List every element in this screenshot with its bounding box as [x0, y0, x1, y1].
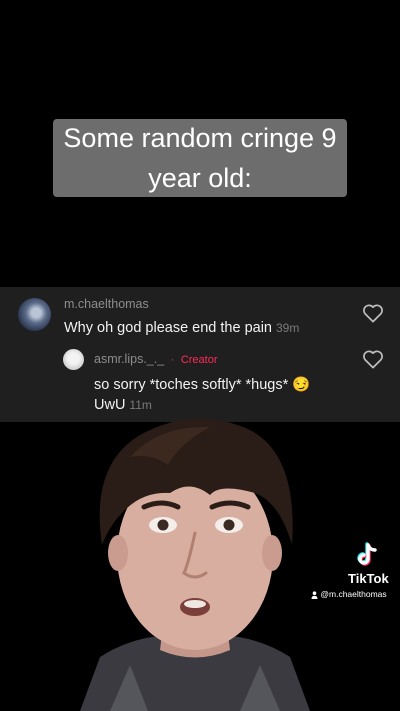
creator-avatar[interactable] [63, 349, 84, 370]
creator-separator: · [170, 354, 175, 366]
reply-body-line-1: so sorry *toches softly* *hugs* 😏 [94, 377, 311, 393]
heart-outline-icon[interactable] [362, 349, 384, 369]
comment-body: Why oh god please end the pain [64, 320, 272, 336]
heart-outline-icon[interactable] [362, 303, 384, 323]
creator-handle-text: @m.chaelthomas [320, 589, 387, 599]
commenter-avatar[interactable] [18, 298, 51, 331]
creator-badge: Creator [180, 354, 218, 366]
comment-text: Why oh god please end the pain 39m [64, 318, 299, 338]
user-icon [311, 591, 318, 599]
creator-handle: @m.chaelthomas [311, 589, 387, 599]
person-cutout-image [80, 418, 310, 711]
reply-username[interactable]: asmr.lips._._ [94, 352, 164, 366]
tiktok-logo-icon [357, 542, 377, 566]
tiktok-brand: TikTok [348, 571, 389, 586]
video-caption: Some random cringe 9 year old: [53, 119, 347, 197]
caption-line-1: Some random cringe 9 [63, 123, 337, 153]
caption-line-2: year old: [148, 163, 252, 193]
reply-username-row: asmr.lips._._ · Creator [94, 352, 218, 366]
comment-username[interactable]: m.chaelthomas [64, 297, 149, 311]
caption-container: Some random cringe 9 year old: [0, 119, 400, 197]
comment-time: 39m [275, 321, 300, 335]
